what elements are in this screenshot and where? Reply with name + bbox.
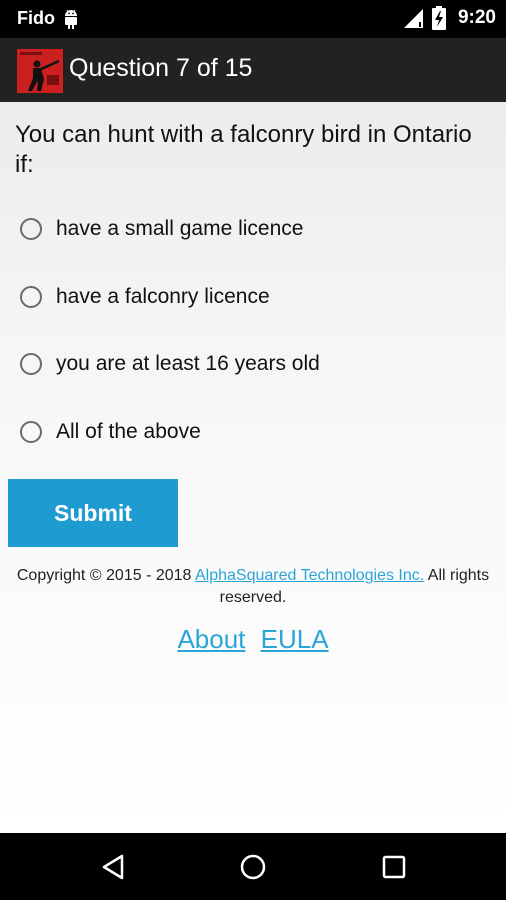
clock: 9:20	[457, 7, 496, 28]
footer-links: About EULA	[0, 624, 506, 655]
radio-button[interactable]	[20, 353, 42, 375]
about-link[interactable]: About	[177, 624, 245, 654]
option-label: All of the above	[56, 420, 201, 443]
option-falconry-licence[interactable]: have a falconry licence	[20, 281, 270, 313]
carrier-name: Fido	[17, 8, 55, 28]
radio-button[interactable]	[20, 218, 42, 240]
status-icons: 9:20	[402, 6, 496, 30]
radio-button[interactable]	[20, 286, 42, 308]
question-text: You can hunt with a falconry bird in Ont…	[15, 121, 472, 178]
company-link[interactable]: AlphaSquared Technologies Inc.	[195, 567, 424, 584]
hunter-logo-icon	[17, 49, 63, 93]
option-age-16[interactable]: you are at least 16 years old	[20, 348, 320, 380]
recents-icon[interactable]	[380, 853, 408, 881]
submit-button[interactable]: Submit	[8, 479, 178, 547]
option-label: you are at least 16 years old	[56, 352, 320, 375]
back-icon[interactable]	[100, 853, 128, 881]
home-icon[interactable]	[239, 853, 267, 881]
radio-button[interactable]	[20, 421, 42, 443]
quiz-content: You can hunt with a falconry bird in Ont…	[0, 102, 506, 833]
copyright-prefix: Copyright © 2015 - 2018	[16, 567, 195, 584]
android-notification-icon	[65, 9, 77, 29]
option-small-game-licence[interactable]: have a small game licence	[20, 213, 303, 245]
eula-link[interactable]: EULA	[261, 624, 329, 654]
copyright-notice: Copyright © 2015 - 2018 AlphaSquared Tec…	[0, 565, 506, 609]
option-label: have a falconry licence	[56, 285, 270, 308]
signal-icon	[403, 9, 423, 28]
option-all-of-the-above[interactable]: All of the above	[20, 416, 201, 448]
battery-charging-icon	[431, 6, 446, 30]
page-title: Question 7 of 15	[69, 54, 253, 82]
option-label: have a small game licence	[56, 217, 304, 240]
navigation-bar	[0, 833, 506, 900]
status-bar: Fido 9:20	[0, 0, 506, 38]
app-bar: Question 7 of 15	[0, 38, 506, 102]
